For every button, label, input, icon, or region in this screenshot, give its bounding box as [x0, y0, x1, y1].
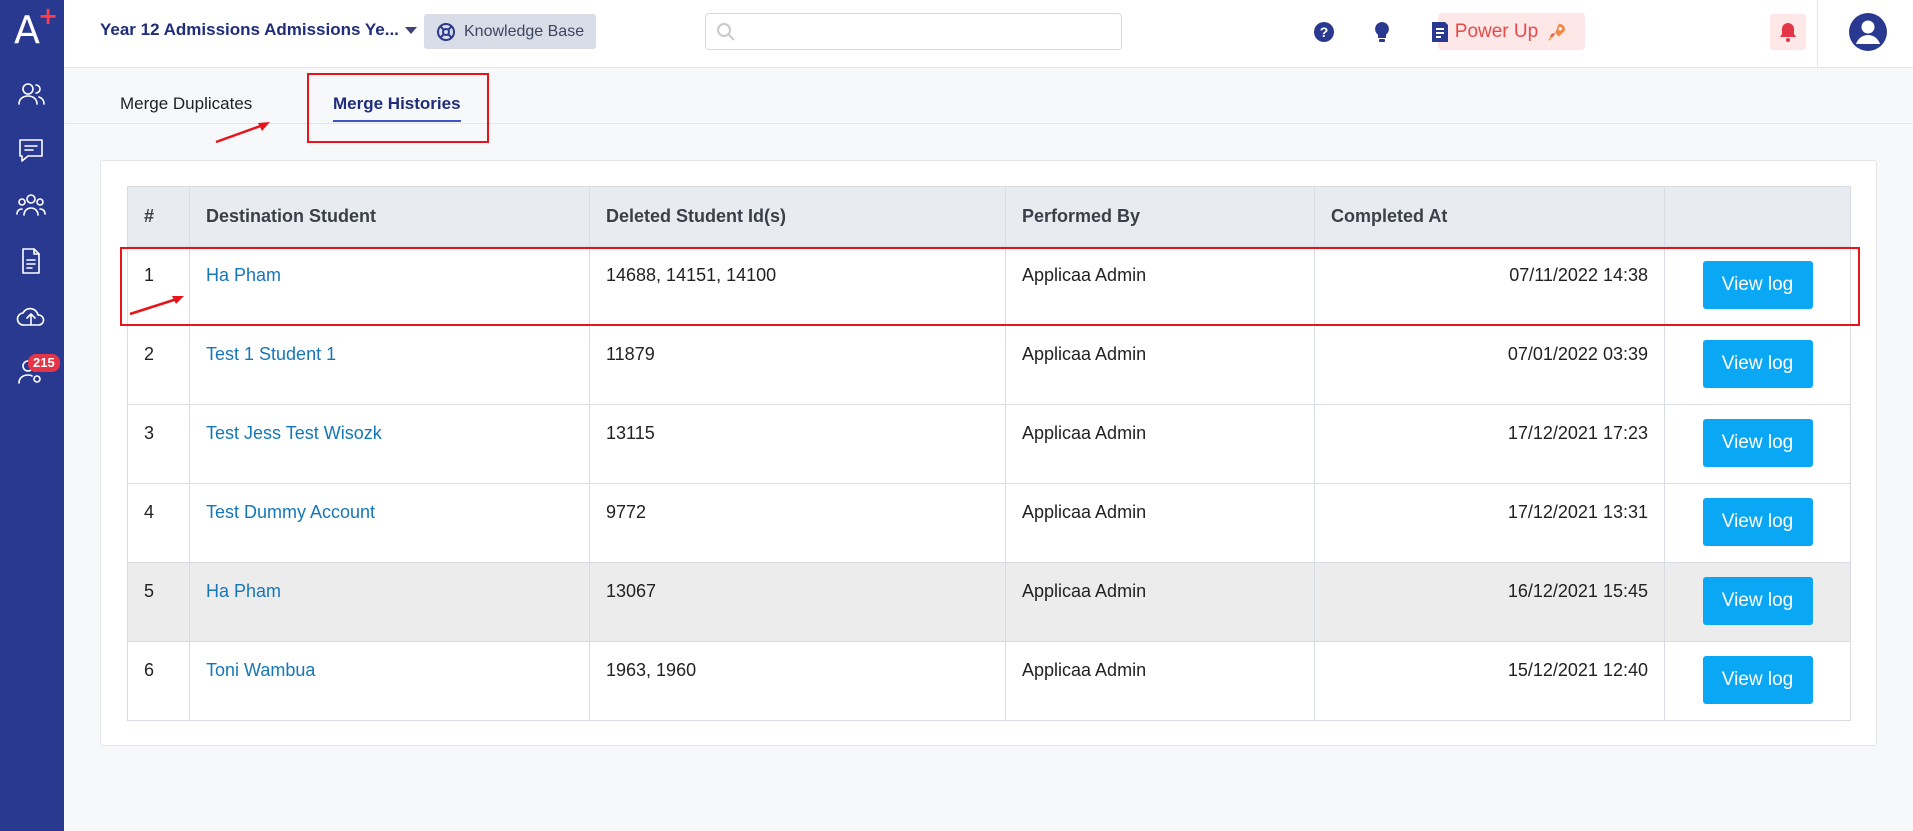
col-header-destination-student: Destination Student — [189, 186, 590, 247]
lifebuoy-icon — [437, 22, 455, 41]
view-log-button[interactable]: View log — [1702, 498, 1813, 546]
col-header-deleted-ids: Deleted Student Id(s) — [589, 186, 1006, 247]
performed-by: Applicaa Admin — [1005, 562, 1315, 642]
highlight-tab-box — [307, 73, 489, 143]
deleted-student-ids: 11879 — [589, 325, 1006, 405]
completed-at: 16/12/2021 15:45 — [1314, 562, 1665, 642]
row-number: 3 — [127, 404, 190, 484]
knowledge-base-label: Knowledge Base — [464, 22, 585, 40]
help-icon[interactable]: ? — [1308, 16, 1340, 48]
destination-student-link[interactable]: Test 1 Student 1 — [206, 344, 336, 364]
header-divider — [1817, 0, 1818, 68]
completed-at: 17/12/2021 17:23 — [1314, 404, 1665, 484]
messages-icon[interactable] — [14, 133, 48, 167]
bell-icon[interactable] — [1770, 14, 1806, 50]
deleted-student-ids: 13067 — [589, 562, 1006, 642]
workspace-name: Year 12 Admissions Admissions Ye... — [100, 20, 399, 39]
workspace-selector[interactable]: Year 12 Admissions Admissions Ye... — [100, 20, 417, 40]
completed-at: 15/12/2021 12:40 — [1314, 641, 1665, 721]
contacts-icon[interactable] — [14, 77, 48, 111]
destination-student-link[interactable]: Ha Pham — [206, 581, 281, 601]
svg-text:?: ? — [1320, 24, 1329, 40]
completed-at: 07/01/2022 03:39 — [1314, 325, 1665, 405]
search-icon — [717, 22, 735, 41]
view-log-button[interactable]: View log — [1702, 419, 1813, 467]
app-logo[interactable]: A + — [14, 2, 58, 52]
document-icon[interactable] — [14, 244, 48, 278]
col-header-actions — [1664, 186, 1851, 247]
col-header-number: # — [127, 186, 190, 247]
table-row: 4 Test Dummy Account 9772 Applicaa Admin… — [127, 483, 1851, 563]
logo-plus: + — [38, 2, 59, 30]
tab-merge-duplicates[interactable]: Merge Duplicates — [120, 94, 252, 114]
table-row: 6 Toni Wambua 1963, 1960 Applicaa Admin … — [127, 641, 1851, 721]
performed-by: Applicaa Admin — [1005, 483, 1315, 563]
annotation-arrow-icon — [129, 296, 184, 316]
caret-down-icon — [404, 26, 417, 34]
cloud-upload-icon[interactable] — [14, 300, 48, 334]
deleted-student-ids: 13115 — [589, 404, 1006, 484]
rocket-icon — [1548, 23, 1566, 41]
performed-by: Applicaa Admin — [1005, 641, 1315, 721]
deleted-student-ids: 1963, 1960 — [589, 641, 1006, 721]
knowledge-base-button[interactable]: Knowledge Base — [424, 14, 597, 49]
row-number: 2 — [127, 325, 190, 405]
power-up-label: Power Up — [1454, 20, 1539, 42]
top-bar: Year 12 Admissions Admissions Ye... Know… — [64, 0, 1913, 68]
destination-student-link[interactable]: Toni Wambua — [206, 660, 315, 680]
view-log-button[interactable]: View log — [1702, 340, 1813, 388]
view-log-button[interactable]: View log — [1702, 577, 1813, 625]
table-row: 3 Test Jess Test Wisozk 13115 Applicaa A… — [127, 404, 1851, 484]
notification-count-badge: 215 — [28, 354, 60, 372]
sidebar: A + 215 — [0, 0, 64, 831]
search-box[interactable] — [705, 13, 1122, 50]
performed-by: Applicaa Admin — [1005, 325, 1315, 405]
table-header-row: # Destination Student Deleted Student Id… — [127, 186, 1851, 247]
table-row: 5 Ha Pham 13067 Applicaa Admin 16/12/202… — [127, 562, 1851, 642]
lightbulb-icon[interactable] — [1366, 16, 1398, 48]
notes-icon[interactable] — [1424, 16, 1456, 48]
logo-letter: A — [14, 8, 40, 52]
row-number: 4 — [127, 483, 190, 563]
annotation-arrow-icon — [215, 122, 270, 144]
highlight-row-box — [120, 247, 1860, 326]
view-log-button[interactable]: View log — [1702, 656, 1813, 704]
table-row: 2 Test 1 Student 1 11879 Applicaa Admin … — [127, 325, 1851, 405]
col-header-performed-by: Performed By — [1005, 186, 1315, 247]
performed-by: Applicaa Admin — [1005, 404, 1315, 484]
users-icon[interactable] — [14, 188, 48, 222]
row-number: 6 — [127, 641, 190, 721]
deleted-student-ids: 9772 — [589, 483, 1006, 563]
power-up-button[interactable]: Power Up — [1438, 13, 1585, 50]
row-number: 5 — [127, 562, 190, 642]
destination-student-link[interactable]: Test Jess Test Wisozk — [206, 423, 382, 443]
completed-at: 17/12/2021 13:31 — [1314, 483, 1665, 563]
destination-student-link[interactable]: Test Dummy Account — [206, 502, 375, 522]
user-avatar-icon[interactable] — [1848, 12, 1888, 52]
col-header-completed-at: Completed At — [1314, 186, 1665, 247]
search-input[interactable] — [744, 23, 1121, 40]
